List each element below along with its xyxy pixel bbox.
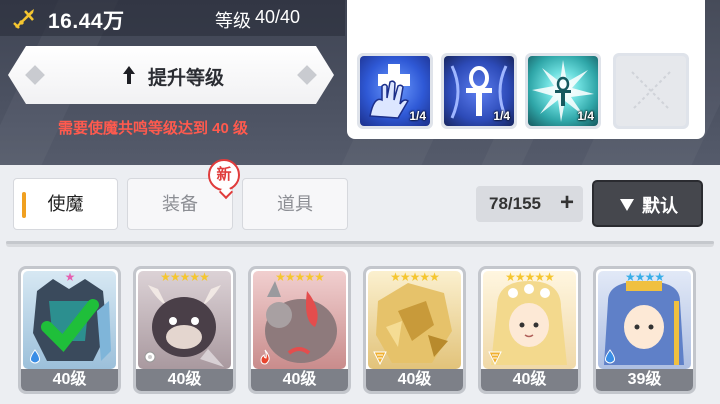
combat-power-value: 16.44万: [48, 10, 125, 33]
familiar-level: 40级: [21, 369, 118, 391]
rarity-stars: ★★★★★: [160, 270, 210, 284]
skill-count: 1/4: [409, 109, 426, 123]
divider: [6, 241, 714, 247]
inventory-capacity[interactable]: 78/155 +: [476, 186, 583, 222]
arrow-up-icon: [123, 66, 135, 84]
rarity-stars: ★: [64, 270, 76, 284]
sort-dropdown-button[interactable]: 默认: [592, 180, 703, 227]
rarity-stars: ★★★★: [624, 270, 665, 284]
skill-panel: 1/4 1/4 1/4: [347, 0, 705, 139]
tab-familiars[interactable]: 使魔: [13, 178, 118, 230]
familiar-card-3[interactable]: ★★★★★ 40级: [248, 266, 351, 394]
familiar-card-5[interactable]: ★★★★★ 40级: [478, 266, 581, 394]
rarity-stars: ★★★★★: [390, 270, 440, 284]
skill-slot-3[interactable]: 1/4: [525, 53, 601, 129]
triangle-down-icon: [620, 199, 634, 211]
water-element-icon: [30, 349, 40, 364]
familiar-level: 39级: [596, 369, 693, 391]
familiar-card-1[interactable]: ★ 40级: [18, 266, 121, 394]
new-badge: 新: [208, 159, 240, 191]
tab-label: 装备: [162, 194, 198, 214]
skill-count: 1/4: [577, 109, 594, 123]
crossed-swords-icon: [13, 9, 34, 29]
tab-label: 道具: [277, 194, 313, 214]
light-element-icon: [144, 351, 156, 363]
fire-element-icon: [260, 349, 270, 365]
familiar-level: 40级: [136, 369, 233, 391]
tab-label: 使魔: [47, 194, 84, 214]
familiar-card-4[interactable]: ★★★★★ 40级: [363, 266, 466, 394]
familiar-level: 40级: [366, 369, 463, 391]
skill-slot-1[interactable]: 1/4: [357, 53, 433, 129]
rarity-stars: ★★★★★: [275, 270, 325, 284]
level-current: 40: [255, 7, 276, 27]
empty-slot-icon: [631, 71, 671, 111]
tab-active-indicator: [22, 192, 26, 218]
tab-items[interactable]: 道具: [242, 178, 348, 230]
resonance-requirement-text: 需要使魔共鸣等级达到 40 级: [58, 120, 249, 137]
familiar-card-2[interactable]: ★★★★★ 40级: [133, 266, 236, 394]
upgrade-level-button[interactable]: 提升等级: [8, 46, 334, 104]
left-diamond-icon: [25, 65, 45, 85]
level-value: 40/40: [255, 7, 301, 27]
level-max: 40: [280, 7, 301, 27]
familiar-level: 40级: [251, 369, 348, 391]
rarity-stars: ★★★★★: [505, 270, 555, 284]
upgrade-button-label: 提升等级: [148, 68, 225, 89]
level-label: 等级: [215, 11, 251, 31]
wind-element-icon: [488, 351, 502, 365]
sort-label: 默认: [642, 196, 678, 216]
inventory-count: 78/155: [489, 194, 541, 213]
familiar-card-6[interactable]: ★★★★ 39级: [593, 266, 696, 394]
stats-bar: 16.44万 等级 40/40: [0, 0, 345, 36]
skill-slot-2[interactable]: 1/4: [441, 53, 517, 129]
water-element-icon: [605, 349, 615, 364]
expand-capacity-icon: +: [560, 189, 575, 216]
right-diamond-icon: [297, 65, 317, 85]
familiar-level: 40级: [481, 369, 578, 391]
skill-count: 1/4: [493, 109, 510, 123]
skill-slot-empty[interactable]: [613, 53, 689, 129]
wind-element-icon: [373, 351, 387, 365]
